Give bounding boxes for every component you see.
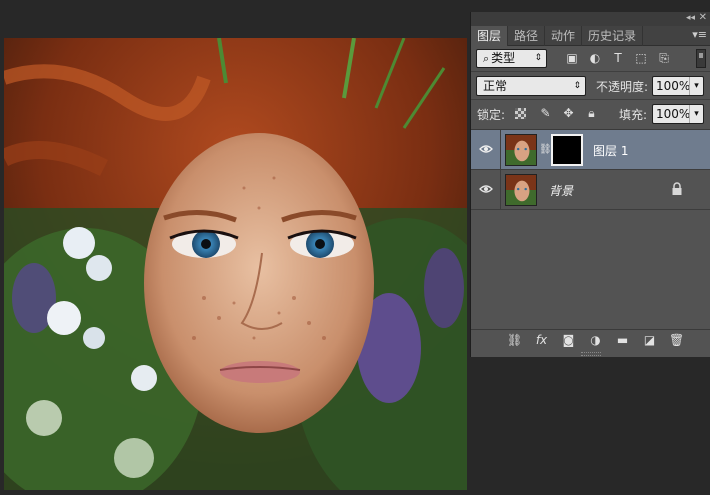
portrait-photo <box>4 38 467 490</box>
photoshop-window: ◂◂ ✕ 图层 路径 动作 历史记录 ▾≡ ⌕ 类型 ⇕ ▣ ◐ T ⬚ ⎘ 正… <box>0 0 710 495</box>
layer-thumbnail-image <box>506 175 536 205</box>
tab-layers[interactable]: 图层 <box>471 26 509 46</box>
visibility-toggle[interactable] <box>471 170 501 210</box>
lock-icons: ✎ ✥ 🔒︎ <box>515 106 599 121</box>
close-panel-icon[interactable]: ✕ <box>699 12 707 23</box>
layers-panel: ◂◂ ✕ 图层 路径 动作 历史记录 ▾≡ ⌕ 类型 ⇕ ▣ ◐ T ⬚ ⎘ 正… <box>470 12 710 357</box>
visibility-toggle[interactable] <box>471 130 501 170</box>
chevron-down-icon[interactable]: ▾ <box>689 105 703 123</box>
collapse-panel-icon[interactable]: ◂◂ <box>686 13 695 23</box>
tab-history[interactable]: 历史记录 <box>582 26 644 46</box>
blend-opacity-row: 正常 ⇕ 不透明度: 100% ▾ <box>471 75 710 97</box>
search-icon: ⌕ <box>483 52 490 65</box>
document-canvas-area[interactable] <box>0 0 470 495</box>
layer-thumbnail-image <box>506 135 536 165</box>
chevron-down-icon[interactable]: ▾ <box>689 77 703 95</box>
document-image[interactable] <box>4 38 467 490</box>
delete-layer-trash-icon[interactable]: 🗑︎ <box>669 333 684 348</box>
fill-value: 100% <box>656 107 691 121</box>
layer-thumbnail[interactable] <box>505 174 537 206</box>
link-layers-icon[interactable]: ⛓ <box>507 333 522 348</box>
adjustment-layer-filter-icon[interactable]: ◐ <box>588 51 602 65</box>
blend-mode-value: 正常 <box>483 79 508 93</box>
panel-tabs: 图层 路径 动作 历史记录 <box>471 26 710 46</box>
divider <box>471 99 710 100</box>
opacity-field[interactable]: 100% ▾ <box>652 76 704 96</box>
lock-icon <box>672 182 682 195</box>
shape-layer-filter-icon[interactable]: ⬚ <box>634 51 648 65</box>
layer-thumbnail[interactable] <box>505 134 537 166</box>
type-layer-filter-icon[interactable]: T <box>611 51 625 65</box>
add-mask-icon[interactable]: ◙ <box>561 333 576 348</box>
eye-icon <box>479 185 493 193</box>
lock-position-icon[interactable]: ✥ <box>561 106 576 121</box>
tab-paths[interactable]: 路径 <box>508 26 546 46</box>
opacity-label: 不透明度: <box>596 80 649 94</box>
lock-all-icon[interactable]: 🔒︎ <box>584 106 599 121</box>
blend-mode-select[interactable]: 正常 ⇕ <box>476 76 586 96</box>
layer-row[interactable]: 背景 <box>471 170 710 210</box>
up-down-arrow-icon: ⇕ <box>534 53 542 63</box>
panel-menu-icon[interactable]: ▾≡ <box>692 28 707 41</box>
eye-icon <box>479 145 493 153</box>
resize-grip[interactable] <box>581 352 601 356</box>
layers-panel-toolbar: ⛓ fx ◙ ◑ ▬ ◪ 🗑︎ <box>471 329 710 356</box>
lock-transparent-pixels-icon[interactable] <box>515 106 530 121</box>
layer-style-fx-icon[interactable]: fx <box>534 333 549 348</box>
lock-image-pixels-icon[interactable]: ✎ <box>538 106 553 121</box>
panel-toolbar-icons: ⛓ fx ◙ ◑ ▬ ◪ 🗑︎ <box>507 333 684 348</box>
layer-row[interactable]: ⛓ 图层 1 <box>471 130 710 170</box>
fill-label: 填充: <box>619 108 648 122</box>
up-down-arrow-icon: ⇕ <box>573 81 581 91</box>
opacity-value: 100% <box>656 79 691 93</box>
fill-field[interactable]: 100% ▾ <box>652 104 704 124</box>
layer-filter-select[interactable]: ⌕ 类型 ⇕ <box>476 49 547 68</box>
smart-object-filter-icon[interactable]: ⎘ <box>657 51 671 65</box>
layer-mask-thumbnail[interactable] <box>551 134 583 166</box>
filter-toggle-switch[interactable] <box>696 49 706 68</box>
pixel-layer-filter-icon[interactable]: ▣ <box>565 51 579 65</box>
adjustment-layer-icon[interactable]: ◑ <box>588 333 603 348</box>
lock-fill-row: 锁定: ✎ ✥ 🔒︎ 填充: 100% ▾ <box>471 103 710 125</box>
new-layer-icon[interactable]: ◪ <box>642 333 657 348</box>
divider <box>471 71 710 72</box>
layer-name[interactable]: 背景 <box>549 182 573 199</box>
new-group-folder-icon[interactable]: ▬ <box>615 333 630 348</box>
layer-name[interactable]: 图层 1 <box>593 142 628 159</box>
mask-link-icon[interactable]: ⛓ <box>539 143 552 157</box>
filter-kind-label: 类型 <box>491 51 516 65</box>
layers-list: ⛓ 图层 1 背景 <box>471 129 710 325</box>
lock-label: 锁定: <box>477 108 506 122</box>
layer-filter-row: ⌕ 类型 ⇕ ▣ ◐ T ⬚ ⎘ <box>471 48 710 70</box>
tab-actions[interactable]: 动作 <box>545 26 583 46</box>
filter-icons: ▣ ◐ T ⬚ ⎘ <box>565 51 671 65</box>
panel-title-bar[interactable]: ◂◂ ✕ <box>471 12 710 26</box>
